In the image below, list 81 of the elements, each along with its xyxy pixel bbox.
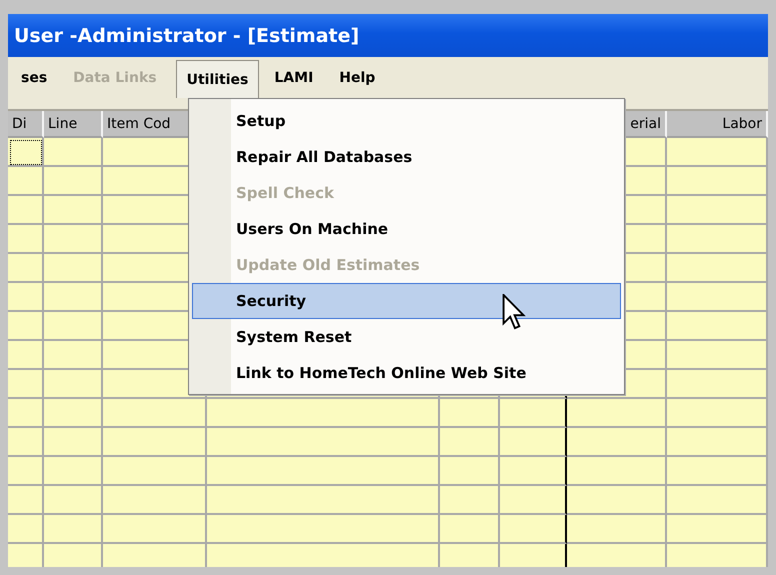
- menu-item[interactable]: Utilities: [176, 60, 260, 98]
- table-cell[interactable]: [567, 486, 667, 515]
- table-cell[interactable]: [440, 486, 500, 515]
- table-cell[interactable]: [500, 515, 567, 544]
- table-cell[interactable]: [44, 312, 103, 341]
- table-cell[interactable]: [567, 457, 667, 486]
- table-cell[interactable]: [44, 283, 103, 312]
- table-cell[interactable]: [667, 167, 768, 196]
- table-cell[interactable]: [103, 486, 207, 515]
- menu-entry[interactable]: System Reset: [192, 319, 621, 355]
- table-cell[interactable]: [44, 457, 103, 486]
- table-cell[interactable]: [440, 399, 500, 428]
- table-cell[interactable]: [667, 225, 768, 254]
- table-cell[interactable]: [44, 428, 103, 457]
- table-cell[interactable]: [44, 254, 103, 283]
- table-cell[interactable]: [8, 138, 44, 167]
- table-cell[interactable]: [667, 457, 768, 486]
- table-cell[interactable]: [207, 399, 440, 428]
- table-cell[interactable]: [207, 486, 440, 515]
- table-cell[interactable]: [44, 225, 103, 254]
- table-cell[interactable]: [667, 254, 768, 283]
- mouse-pointer-icon: [502, 294, 526, 330]
- table-cell[interactable]: [8, 167, 44, 196]
- table-cell[interactable]: [207, 457, 440, 486]
- table-cell[interactable]: [440, 457, 500, 486]
- table-cell[interactable]: [8, 225, 44, 254]
- table-cell[interactable]: [103, 399, 207, 428]
- table-cell[interactable]: [103, 457, 207, 486]
- table-cell[interactable]: [667, 515, 768, 544]
- menu-entry[interactable]: Link to HomeTech Online Web Site: [192, 355, 621, 391]
- table-cell[interactable]: [667, 196, 768, 225]
- table-cell[interactable]: [8, 370, 44, 399]
- menu-item[interactable]: Help: [326, 57, 388, 98]
- table-cell[interactable]: [667, 138, 768, 167]
- table-cell[interactable]: [44, 399, 103, 428]
- table-cell[interactable]: [667, 370, 768, 399]
- table-cell[interactable]: [8, 196, 44, 225]
- table-cell[interactable]: [207, 428, 440, 457]
- table-cell[interactable]: [667, 341, 768, 370]
- table-cell[interactable]: [567, 399, 667, 428]
- table-cell[interactable]: [44, 167, 103, 196]
- table-cell[interactable]: [667, 283, 768, 312]
- table-cell[interactable]: [567, 428, 667, 457]
- table-cell[interactable]: [8, 254, 44, 283]
- table-cell[interactable]: [44, 370, 103, 399]
- column-header[interactable]: Line: [44, 111, 103, 138]
- table-cell[interactable]: [8, 457, 44, 486]
- table-cell[interactable]: [8, 399, 44, 428]
- table-cell[interactable]: [500, 428, 567, 457]
- table-cell[interactable]: [500, 399, 567, 428]
- table-cell[interactable]: [667, 428, 768, 457]
- table-cell[interactable]: [500, 486, 567, 515]
- table-cell[interactable]: [103, 515, 207, 544]
- table-cell[interactable]: [8, 341, 44, 370]
- table-cell[interactable]: [44, 138, 103, 167]
- table-cell[interactable]: [667, 486, 768, 515]
- table-cell[interactable]: [500, 457, 567, 486]
- table-cell[interactable]: [44, 515, 103, 544]
- menu-entry[interactable]: Repair All Databases: [192, 139, 621, 175]
- table-cell[interactable]: [8, 283, 44, 312]
- table-cell[interactable]: [440, 428, 500, 457]
- column-header[interactable]: Labor: [667, 111, 768, 138]
- table-cell[interactable]: [44, 196, 103, 225]
- menu-entry[interactable]: Security: [192, 283, 621, 319]
- menu-entry[interactable]: Users On Machine: [192, 211, 621, 247]
- table-cell[interactable]: [8, 486, 44, 515]
- menu-item[interactable]: LAMI: [261, 57, 326, 98]
- menu-item[interactable]: ses: [8, 57, 60, 98]
- table-cell[interactable]: [8, 312, 44, 341]
- table-cell[interactable]: [667, 312, 768, 341]
- table-cell[interactable]: [567, 515, 667, 544]
- table-cell[interactable]: [440, 515, 500, 544]
- table-cell[interactable]: [667, 399, 768, 428]
- table-cell[interactable]: [44, 341, 103, 370]
- window-title: User -Administrator - [Estimate]: [14, 24, 360, 46]
- table-cell[interactable]: [44, 486, 103, 515]
- table-cell[interactable]: [8, 428, 44, 457]
- table-cell[interactable]: [207, 515, 440, 544]
- table-cell[interactable]: [103, 428, 207, 457]
- column-header[interactable]: Di: [8, 111, 44, 138]
- table-cell[interactable]: [8, 515, 44, 544]
